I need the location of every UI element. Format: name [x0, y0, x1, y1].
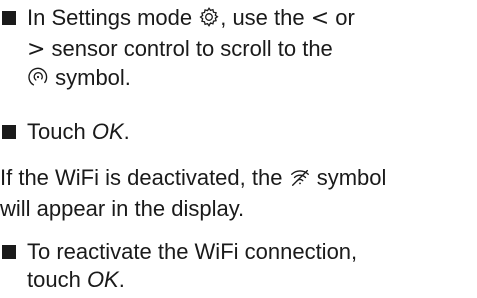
step1-line2-text: sensor control to scroll to the — [45, 36, 333, 61]
bullet-square — [2, 11, 16, 25]
wifi-icon — [27, 66, 49, 95]
note-line1-before: If the WiFi is deactivated, the — [0, 165, 289, 190]
step-settings-scroll-text: In Settings mode , use the < or > sensor… — [27, 4, 477, 95]
instructions-page: In Settings mode , use the < or > sensor… — [0, 0, 477, 298]
greater-than-symbol: > — [27, 37, 46, 62]
bullet-square — [2, 245, 16, 259]
gear-icon — [198, 6, 220, 35]
bullet-square — [2, 125, 16, 139]
step2-after: . — [123, 119, 130, 144]
step1-line2: > sensor control to scroll to the — [27, 35, 477, 64]
note-line2: will appear in the display. — [0, 196, 245, 221]
step-reactivate-wifi-text: To reactivate the WiFi connection, touch… — [27, 238, 477, 294]
step1-line1-after: , use the — [220, 5, 311, 30]
step1-line1-before: In Settings mode — [27, 5, 199, 30]
ok-label: OK — [91, 119, 124, 144]
wifi-deactivated-note: If the WiFi is deactivated, the symbol w… — [0, 164, 477, 223]
wifi-off-icon — [289, 166, 311, 195]
step3-line2-before: touch — [27, 267, 87, 292]
ok-label: OK — [86, 267, 119, 292]
step3-line1: To reactivate the WiFi connection, — [27, 239, 358, 264]
step2-before: Touch — [27, 119, 92, 144]
step1-or: or — [329, 5, 355, 30]
note-line1-after: symbol — [310, 165, 387, 190]
less-than-symbol: < — [310, 6, 330, 31]
step1-line1: In Settings mode , use the < or — [27, 4, 477, 35]
step-touch-ok-text: Touch OK. — [27, 118, 477, 146]
step1-line3-text: symbol. — [49, 65, 131, 90]
step1-line3: symbol. — [27, 64, 477, 95]
step3-line2-after: . — [118, 267, 125, 292]
